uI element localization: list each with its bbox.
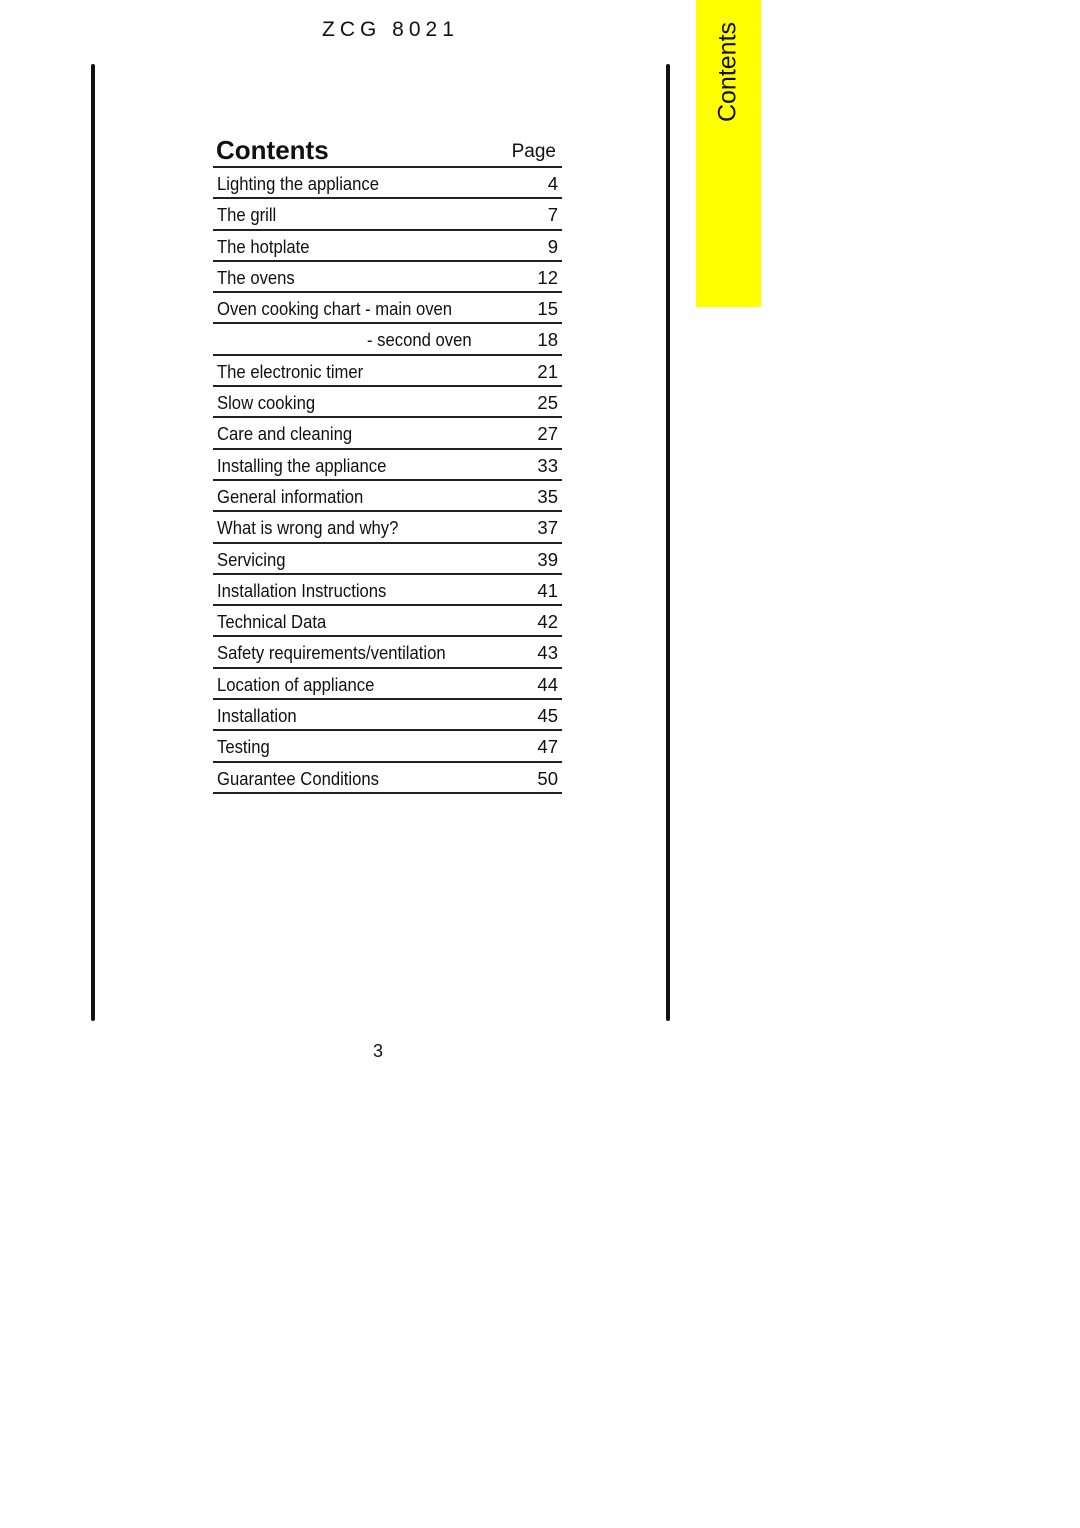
toc-entry-label: Safety requirements/ventilation — [217, 642, 446, 664]
toc-entry[interactable]: The electronic timer 21 — [213, 356, 562, 388]
toc-entry-label: Slow cooking — [217, 392, 316, 414]
toc-entry[interactable]: Lighting the appliance 4 — [213, 168, 562, 200]
toc-entry[interactable]: Installing the appliance 33 — [213, 450, 562, 481]
toc-entry-label: Servicing — [217, 548, 286, 570]
toc-entry-page: 33 — [537, 454, 558, 476]
toc-entry[interactable]: The grill 7 — [213, 199, 562, 231]
toc-entry-label: - second oven — [367, 329, 472, 351]
toc-entry[interactable]: Slow cooking 25 — [213, 387, 562, 419]
toc-entry-label: Oven cooking chart - main oven — [217, 298, 453, 320]
toc-entry-page: 39 — [537, 548, 558, 570]
toc-entry[interactable]: Testing 47 — [213, 731, 562, 763]
toc-entry-label: What is wrong and why? — [217, 517, 399, 539]
toc-entry-label: Installation — [217, 705, 297, 727]
toc-entry[interactable]: Servicing 39 — [213, 544, 562, 575]
toc-entry-label: Lighting the appliance — [217, 173, 380, 194]
toc-entry-page: 43 — [537, 642, 558, 664]
table-of-contents: Contents Page Lighting the appliance 4 The… — [213, 134, 562, 794]
toc-entry-label: The hotplate — [217, 235, 310, 257]
toc-entry-page: 15 — [537, 298, 558, 320]
toc-entry-label: The ovens — [217, 266, 295, 288]
toc-entry-page: 50 — [537, 767, 558, 789]
toc-entry-page: 27 — [537, 423, 558, 445]
toc-entry[interactable]: Installation Instructions 41 — [213, 575, 562, 607]
toc-entry-label: Technical Data — [217, 611, 327, 633]
toc-entry-page: 25 — [537, 392, 558, 414]
toc-entry-page: 37 — [537, 517, 558, 539]
toc-entry[interactable]: - second oven 18 — [213, 324, 562, 356]
toc-entry-label: Guarantee Conditions — [217, 767, 379, 789]
toc-entry-page: 9 — [547, 235, 558, 257]
toc-entry-page: 4 — [547, 173, 558, 194]
toc-entry-page: 35 — [537, 485, 558, 507]
toc-title: Contents — [216, 135, 329, 165]
toc-entry-page: 7 — [547, 204, 558, 226]
toc-entry[interactable]: Guarantee Conditions 50 — [213, 763, 562, 794]
toc-entry[interactable]: Safety requirements/ventilation 43 — [213, 637, 562, 669]
left-margin-bar — [91, 64, 95, 1021]
toc-header: Contents Page — [213, 134, 562, 168]
toc-entry-label: Testing — [217, 736, 270, 758]
toc-entry-page: 12 — [537, 266, 558, 288]
toc-entry-label: The grill — [217, 204, 277, 226]
section-tab-label: Contents — [713, 21, 742, 123]
toc-entry[interactable]: Care and cleaning 27 — [213, 418, 562, 450]
toc-entry[interactable]: Location of appliance 44 — [213, 669, 562, 701]
toc-entry[interactable]: Technical Data 42 — [213, 606, 562, 638]
toc-entry-label: Care and cleaning — [217, 423, 353, 445]
toc-entry-page: 45 — [537, 705, 558, 727]
page-number: 3 — [373, 1041, 384, 1061]
toc-entry-label: The electronic timer — [217, 360, 364, 382]
toc-entry-page: 42 — [537, 611, 558, 633]
toc-entry-page: 47 — [537, 736, 558, 758]
toc-entry[interactable]: The hotplate 9 — [213, 231, 562, 262]
toc-page-header: Page — [511, 141, 556, 162]
toc-entry-page: 44 — [537, 673, 558, 695]
toc-entry-label: Installation Instructions — [217, 579, 387, 601]
toc-entry[interactable]: The ovens 12 — [213, 262, 562, 294]
toc-entry-page: 41 — [537, 579, 558, 601]
toc-entry[interactable]: Installation 45 — [213, 700, 562, 732]
toc-entry[interactable]: What is wrong and why? 37 — [213, 512, 562, 544]
toc-entry-page: 18 — [537, 329, 558, 351]
toc-entry[interactable]: Oven cooking chart - main oven 15 — [213, 293, 562, 325]
toc-entry-label: Location of appliance — [217, 673, 375, 695]
toc-entry-label: Installing the appliance — [217, 454, 387, 476]
toc-entry[interactable]: General information 35 — [213, 481, 562, 513]
right-margin-bar — [666, 64, 670, 1021]
toc-entry-label: General information — [217, 485, 364, 507]
model-number: ZCG 8021 — [322, 18, 459, 41]
section-tab[interactable]: Contents — [696, 0, 761, 307]
toc-entry-page: 21 — [537, 360, 558, 382]
